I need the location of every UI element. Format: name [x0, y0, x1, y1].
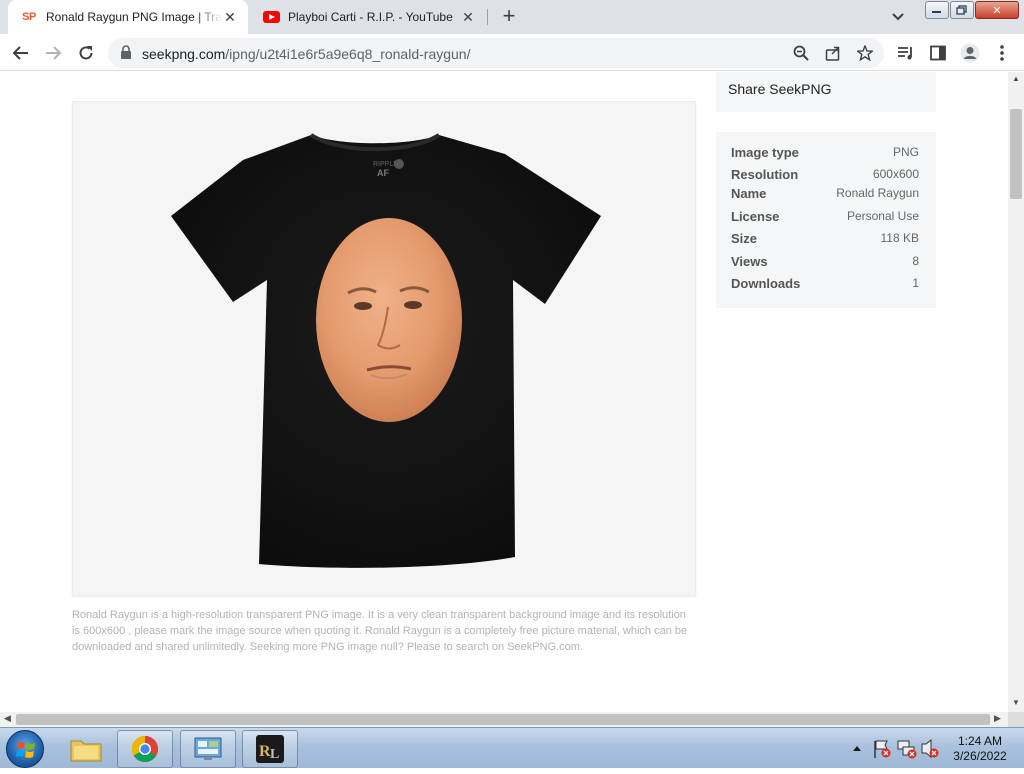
vertical-scroll-thumb[interactable] — [1010, 109, 1022, 199]
file-explorer-taskbar-button[interactable] — [58, 730, 114, 768]
volume-muted-icon[interactable] — [920, 728, 940, 769]
taskbar-clock[interactable]: 1:24 AM 3/26/2022 — [950, 734, 1010, 764]
horizontal-scroll-thumb[interactable] — [16, 714, 990, 725]
page-viewport: RIPPLE AF Ronald Raygun is a high-resolu… — [0, 72, 1008, 712]
browser-toolbar: seekpng.com/ipng/u2t4i1e6r5a9e6q8_ronald… — [0, 34, 1024, 71]
menu-kebab-icon[interactable] — [992, 43, 1012, 63]
info-row-downloads: Downloads 1 — [731, 276, 919, 291]
side-panel-icon[interactable] — [928, 43, 948, 63]
share-label[interactable]: Share SeekPNG — [728, 81, 832, 97]
svg-text:L: L — [270, 747, 279, 762]
network-icon[interactable] — [896, 728, 918, 769]
info-row-size: Size 118 KB — [731, 231, 919, 246]
seekpng-favicon-icon: SP — [22, 11, 36, 23]
scroll-down-arrow-icon[interactable]: ▼ — [1012, 698, 1020, 707]
minimize-button[interactable] — [925, 1, 949, 19]
chrome-taskbar-button[interactable] — [117, 730, 173, 768]
restore-button[interactable] — [950, 1, 974, 19]
tab-youtube[interactable]: Playboi Carti - R.I.P. - YouTube ✕ — [250, 0, 486, 34]
tab-seekpng[interactable]: SP Ronald Raygun PNG Image | Transparent… — [8, 0, 248, 34]
zoom-icon[interactable] — [792, 44, 810, 62]
back-button[interactable] — [8, 40, 34, 66]
start-button[interactable] — [6, 730, 44, 768]
info-row-name: Name Ronald Raygun — [731, 186, 919, 201]
share-panel[interactable]: Share SeekPNG — [716, 72, 936, 112]
show-hidden-icons-button[interactable] — [850, 728, 864, 769]
clock-date: 3/26/2022 — [953, 749, 1007, 763]
app-rl-taskbar-button[interactable]: R L — [242, 730, 298, 768]
address-bar[interactable]: seekpng.com/ipng/u2t4i1e6r5a9e6q8_ronald… — [108, 38, 884, 68]
tab-search-button[interactable] — [888, 8, 908, 26]
share-icon[interactable] — [824, 44, 842, 62]
clock-time: 1:24 AM — [957, 734, 1003, 748]
tab-separator — [487, 9, 488, 25]
tab-title: Ronald Raygun PNG Image | Transparent — [46, 10, 222, 24]
tab-title: Playboi Carti - R.I.P. - YouTube — [288, 10, 453, 24]
new-tab-button[interactable]: + — [498, 5, 520, 28]
close-tab-icon[interactable]: ✕ — [222, 9, 238, 25]
lock-icon[interactable] — [120, 45, 132, 65]
horizontal-scrollbar[interactable]: ◀ ▶ — [0, 712, 1008, 727]
scrollbar-corner — [1008, 712, 1024, 727]
info-row-image-type: Image type PNG — [731, 145, 919, 160]
svg-text:AF: AF — [377, 168, 389, 178]
windows-logo-icon — [16, 742, 35, 758]
vertical-scrollbar[interactable]: ▲ ▼ — [1008, 72, 1024, 712]
scroll-left-arrow-icon[interactable]: ◀ — [4, 713, 11, 724]
chrome-icon — [131, 735, 159, 763]
reading-list-icon[interactable] — [896, 43, 916, 63]
action-center-flag-icon[interactable] — [872, 728, 892, 769]
reload-button[interactable] — [73, 40, 99, 66]
youtube-icon — [262, 9, 280, 25]
windows-taskbar: R L 1:24 AM 3/26/2022 — [0, 727, 1024, 768]
control-panel-taskbar-button[interactable] — [180, 730, 236, 768]
close-tab-icon[interactable]: ✕ — [460, 9, 476, 25]
info-row-views: Views 8 — [731, 254, 919, 269]
rl-app-icon: R L — [256, 735, 284, 763]
bookmark-star-icon[interactable] — [856, 44, 874, 62]
control-panel-icon — [194, 737, 222, 760]
info-row-resolution: Resolution 600x600 — [731, 167, 919, 182]
close-window-button[interactable]: ✕ — [975, 1, 1019, 19]
profile-avatar-icon[interactable] — [960, 43, 980, 63]
scroll-up-arrow-icon[interactable]: ▲ — [1012, 74, 1020, 83]
tab-strip: SP Ronald Raygun PNG Image | Transparent… — [0, 0, 1024, 34]
url-text: seekpng.com/ipng/u2t4i1e6r5a9e6q8_ronald… — [142, 46, 471, 62]
tshirt-egg-face-image: RIPPLE AF — [171, 133, 601, 568]
main-image[interactable]: RIPPLE AF — [72, 101, 696, 596]
forward-button[interactable] — [40, 40, 66, 66]
image-description: Ronald Raygun is a high-resolution trans… — [72, 609, 688, 653]
image-info-panel: Image type PNG Resolution 600x600 Name R… — [716, 132, 936, 308]
folder-icon — [70, 740, 102, 762]
scroll-right-arrow-icon[interactable]: ▶ — [994, 713, 1001, 724]
info-row-license: License Personal Use — [731, 209, 919, 224]
